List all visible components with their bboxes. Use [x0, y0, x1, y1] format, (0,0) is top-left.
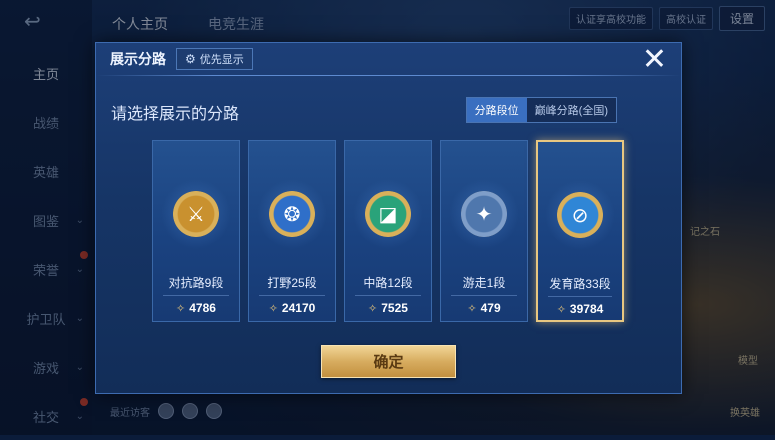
card-divider [163, 295, 229, 296]
confirm-button[interactable]: 确定 [321, 345, 456, 378]
priority-display-button[interactable]: ⚙ 优先显示 [176, 48, 253, 70]
toggle-lane-rank[interactable]: 分路段位 [466, 98, 527, 122]
lane-score-value: 479 [480, 301, 501, 315]
score-icon: ✧ [467, 302, 477, 315]
lane-score-value: 39784 [569, 302, 604, 316]
priority-display-label: 优先显示 [199, 54, 244, 66]
card-divider [548, 296, 612, 297]
toggle-peak-lane-national[interactable]: 巅峰分路(全国) [526, 98, 616, 122]
lane-card[interactable]: ◪ 中路12段 ✧ 7525 [344, 140, 432, 322]
lane-card[interactable]: ⊘ 发育路33段 ✧ 39784 [536, 140, 624, 322]
modal-header: 展示分路 ⚙ 优先显示 ✕ [96, 43, 681, 75]
lane-score-value: 24170 [281, 301, 316, 315]
bow-emblem-icon: ⊘ [557, 192, 603, 238]
selection-prompt: 请选择展示的分路 [111, 106, 240, 123]
lane-score-value: 7525 [381, 301, 408, 315]
lane-card[interactable]: ✦ 游走1段 ✧ 479 [440, 140, 528, 322]
lane-display-modal: 展示分路 ⚙ 优先显示 ✕ 请选择展示的分路 分路段位 巅峰分路(全国) ⚔ 对抗… [95, 42, 682, 394]
lane-mode-toggle: 分路段位 巅峰分路(全国) [465, 97, 617, 123]
crossed-swords-emblem-icon: ⚔ [173, 191, 219, 237]
score-icon: ✧ [268, 302, 278, 315]
lane-score: ✧ 4786 [153, 301, 239, 315]
lane-score: ✧ 24170 [249, 301, 335, 315]
lane-rank-label: 发育路33段 [549, 277, 611, 291]
card-divider [451, 295, 517, 296]
lane-score: ✧ 39784 [538, 302, 622, 316]
lane-score: ✧ 7525 [345, 301, 431, 315]
header-divider [96, 75, 681, 76]
score-icon: ✧ [176, 302, 186, 315]
lane-rank-label: 对抗路9段 [168, 276, 224, 290]
dragon-emblem-icon: ❂ [269, 191, 315, 237]
lane-card[interactable]: ❂ 打野25段 ✧ 24170 [248, 140, 336, 322]
lane-score-value: 4786 [189, 301, 216, 315]
lane-rank-label: 游走1段 [462, 276, 506, 290]
lane-rank-label: 中路12段 [363, 276, 413, 290]
lane-rank-label: 打野25段 [267, 276, 317, 290]
card-divider [355, 295, 421, 296]
gear-icon: ⚙ [185, 52, 196, 66]
lane-card[interactable]: ⚔ 对抗路9段 ✧ 4786 [152, 140, 240, 322]
score-icon: ✧ [556, 303, 566, 316]
lane-score: ✧ 479 [441, 301, 527, 315]
mid-lane-emblem-icon: ◪ [365, 191, 411, 237]
lane-cards: ⚔ 对抗路9段 ✧ 4786 ❂ 打野25段 ✧ 24170 ◪ 中路12段 ✧ 7525 ✦ 游走1段 ✧… [152, 140, 624, 322]
modal-title: 展示分路 [110, 51, 166, 67]
wings-emblem-icon: ✦ [461, 191, 507, 237]
score-icon: ✧ [368, 302, 378, 315]
close-icon[interactable]: ✕ [642, 45, 667, 75]
card-divider [259, 295, 325, 296]
